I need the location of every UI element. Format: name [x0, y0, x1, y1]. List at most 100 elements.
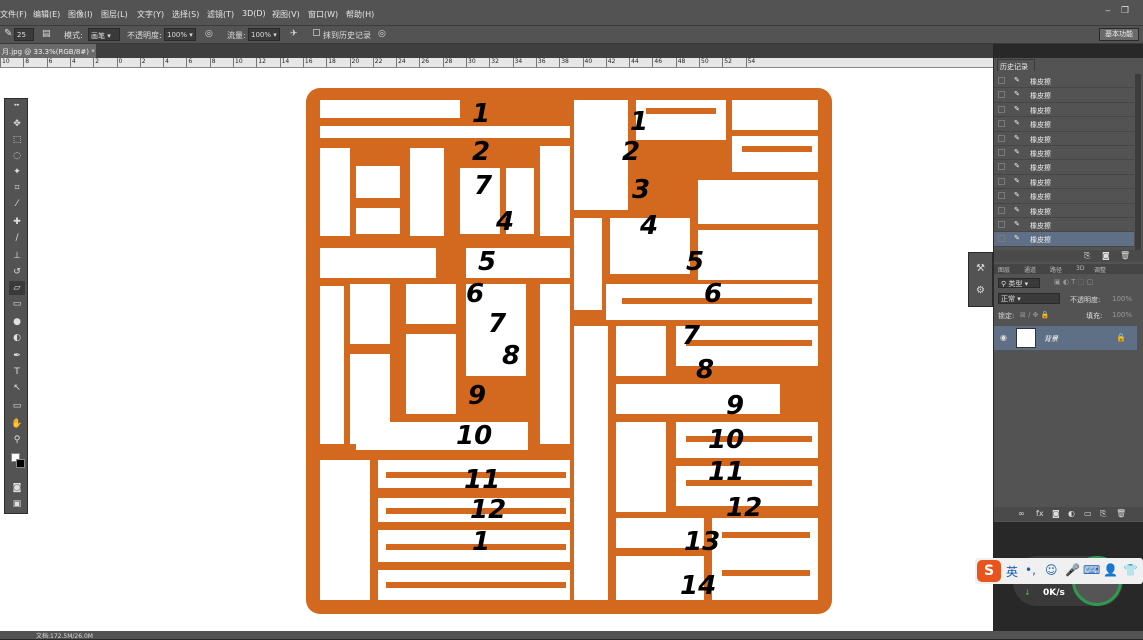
group-icon[interactable]: ▭	[1084, 509, 1092, 518]
brush-size-picker[interactable]: 25	[14, 28, 34, 41]
lock-icons[interactable]: ⊠ ∕ ✥ 🔒	[1020, 311, 1049, 319]
tab-channels[interactable]: 通道	[1024, 265, 1036, 274]
adjustments-icon[interactable]: ⚙	[976, 285, 985, 296]
layer-opacity-value[interactable]: 100%	[1112, 295, 1132, 303]
menu-window[interactable]: 窗口(W)	[308, 9, 338, 20]
keyboard-icon[interactable]: ⌨	[1083, 563, 1100, 577]
adjustment-layer-icon[interactable]: ◐	[1068, 509, 1075, 518]
history-snapshot-checkbox[interactable]	[998, 148, 1005, 156]
menu-3d[interactable]: 3D(D)	[242, 9, 266, 18]
path-select-icon[interactable]: ↖	[9, 381, 25, 395]
history-snapshot-checkbox[interactable]	[998, 105, 1005, 113]
menu-edit[interactable]: 编辑(E)	[33, 9, 60, 20]
history-snapshot-checkbox[interactable]	[998, 77, 1005, 84]
voice-icon[interactable]: 🎤	[1065, 563, 1080, 577]
fx-icon[interactable]: fx	[1036, 509, 1044, 518]
history-snapshot-checkbox[interactable]	[998, 192, 1005, 200]
history-snapshot-checkbox[interactable]	[998, 235, 1005, 243]
blend-mode-select[interactable]: 正常 ▾	[998, 293, 1060, 304]
brush-tool-icon[interactable]: ∕	[9, 231, 25, 245]
color-swatches[interactable]	[9, 451, 25, 473]
gradient-tool-icon[interactable]: ▭	[9, 297, 25, 311]
workspace-button[interactable]: 基本功能	[1099, 28, 1139, 41]
history-item[interactable]: ✎ 橡皮擦	[994, 88, 1134, 103]
opacity-input[interactable]: 100% ▾	[164, 28, 196, 41]
history-item[interactable]: ✎ 橡皮擦	[994, 175, 1134, 190]
erase-history-checkbox[interactable]	[313, 29, 320, 36]
new-layer-icon[interactable]: ⎘	[1100, 509, 1106, 519]
pressure-size-icon[interactable]: ◎	[378, 29, 386, 39]
snapshot-icon[interactable]: ◙	[1102, 251, 1110, 260]
document-tab[interactable]: 月.jpg @ 33.3%(RGB/8#) *	[0, 44, 96, 58]
minimize-icon[interactable]: ‒	[1105, 6, 1111, 16]
menu-help[interactable]: 帮助(H)	[346, 9, 374, 20]
pen-tool-icon[interactable]: ✒	[9, 349, 25, 363]
background-color[interactable]	[16, 459, 25, 468]
history-scrollbar[interactable]	[1135, 74, 1141, 254]
history-snapshot-checkbox[interactable]	[998, 206, 1005, 214]
history-snapshot-checkbox[interactable]	[998, 91, 1005, 99]
mode-select[interactable]: 画笔 ▾	[88, 28, 120, 41]
user-icon[interactable]: 👤	[1103, 563, 1118, 577]
delete-layer-icon[interactable]: 🗑	[1116, 509, 1126, 518]
dodge-tool-icon[interactable]: ◐	[9, 331, 25, 345]
history-tab[interactable]: 历史记录	[997, 59, 1035, 71]
new-document-icon[interactable]: ⎘	[1084, 251, 1090, 261]
filter-icons[interactable]: ▣ ◐ T ⬚ ▢	[1054, 278, 1093, 286]
layer-name[interactable]: 背景	[1044, 334, 1058, 344]
blur-tool-icon[interactable]: ●	[9, 315, 25, 329]
history-item[interactable]: ✎ 橡皮擦	[994, 146, 1134, 161]
history-item[interactable]: ✎ 橡皮擦	[994, 103, 1134, 118]
menu-filter[interactable]: 滤镜(T)	[207, 9, 234, 20]
history-brush-icon[interactable]: ↺	[9, 265, 25, 279]
history-item[interactable]: ✎ 橡皮擦	[994, 132, 1134, 146]
sogou-logo[interactable]: S	[977, 560, 1001, 582]
menu-image[interactable]: 图像(I)	[68, 9, 93, 20]
tab-adjust[interactable]: 调整	[1094, 265, 1106, 274]
eraser-tool-icon-active[interactable]: ▱	[9, 281, 25, 295]
history-item[interactable]: ✎ 橡皮擦	[994, 117, 1134, 132]
history-item[interactable]: ✎ 橡皮擦	[994, 204, 1134, 218]
emoji-icon[interactable]: ☺	[1045, 563, 1058, 577]
history-snapshot-checkbox[interactable]	[998, 177, 1005, 185]
hand-tool-icon[interactable]: ✋	[9, 417, 25, 431]
menu-type[interactable]: 文字(Y)	[137, 9, 164, 20]
history-item[interactable]: ✎ 橡皮擦	[994, 74, 1134, 89]
flow-input[interactable]: 100% ▾	[248, 28, 280, 41]
history-item[interactable]: ✎ 橡皮擦	[994, 189, 1134, 204]
marquee-tool-icon[interactable]: ⬚	[9, 133, 25, 147]
type-tool-icon[interactable]: T	[9, 365, 25, 379]
history-item[interactable]: ✎ 橡皮擦	[994, 160, 1134, 175]
fill-value[interactable]: 100%	[1112, 311, 1132, 319]
history-snapshot-checkbox[interactable]	[998, 134, 1005, 142]
restore-icon[interactable]: ❐	[1121, 6, 1129, 16]
brush-panel-icon[interactable]: ▤	[42, 29, 51, 39]
move-tool-icon[interactable]: ✥	[9, 117, 25, 131]
healing-brush-icon[interactable]: ✚	[9, 215, 25, 229]
history-snapshot-checkbox[interactable]	[998, 220, 1005, 228]
tool-presets-icon[interactable]: ⚒	[976, 263, 985, 274]
link-layers-icon[interactable]: ∞	[1018, 509, 1025, 518]
layer-filter-select[interactable]: ⚲ 类型 ▾	[998, 278, 1040, 288]
layer-row-background[interactable]: ◉ 背景 🔒	[994, 326, 1137, 350]
rectangle-tool-icon[interactable]: ▭	[9, 399, 25, 413]
punctuation-icon[interactable]: •,	[1025, 563, 1036, 577]
ime-language[interactable]: 英	[1006, 563, 1018, 580]
menu-layer[interactable]: 图层(L)	[101, 9, 128, 20]
airbrush-icon[interactable]: ✈	[290, 29, 298, 39]
visibility-eye-icon[interactable]: ◉	[1000, 333, 1007, 342]
pressure-opacity-icon[interactable]: ◎	[205, 29, 213, 39]
trash-icon[interactable]: 🗑	[1120, 251, 1130, 260]
crop-tool-icon[interactable]: ⌗	[9, 181, 25, 195]
add-mask-icon[interactable]: ◙	[1052, 509, 1060, 518]
history-snapshot-checkbox[interactable]	[998, 120, 1005, 128]
history-item[interactable]: ✎ 橡皮擦	[994, 232, 1134, 247]
screen-mode-icon[interactable]: ▣	[9, 497, 25, 511]
eyedropper-icon[interactable]: ⁄	[9, 197, 25, 211]
tab-layers[interactable]: 图层	[998, 265, 1010, 274]
history-item[interactable]: ✎ 橡皮擦	[994, 218, 1134, 233]
magic-wand-icon[interactable]: ✦	[9, 165, 25, 179]
menu-view[interactable]: 视图(V)	[272, 9, 300, 20]
quick-mask-icon[interactable]: ◙	[9, 481, 25, 495]
toolbox-grip[interactable]: ▸▸	[9, 103, 25, 108]
